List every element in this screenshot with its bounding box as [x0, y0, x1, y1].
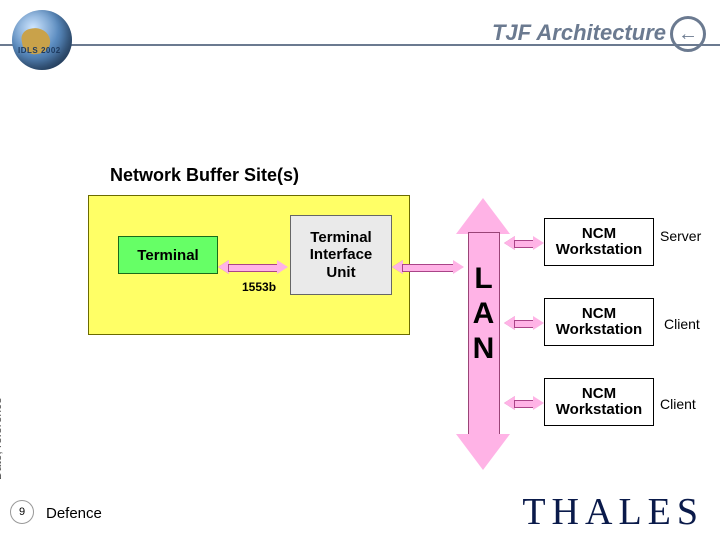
brand-logo: THALES — [522, 490, 704, 534]
arrow-lan-ncm1 — [504, 236, 544, 250]
arrow-tiu-lan — [392, 260, 464, 274]
back-icon[interactable]: ← — [670, 16, 706, 52]
tiu-line3: Unit — [326, 264, 355, 281]
globe-logo — [12, 10, 72, 70]
arrow-terminal-tiu — [218, 260, 288, 274]
ncm1-l2: Workstation — [556, 241, 642, 258]
ncm-box-1: NCM Workstation — [544, 218, 654, 266]
ncm1-role: Server — [660, 228, 701, 244]
ncm3-l1: NCM — [582, 385, 616, 402]
ncm2-l1: NCM — [582, 305, 616, 322]
section-title: Network Buffer Site(s) — [110, 165, 299, 186]
arrow-lan-ncm2 — [504, 316, 544, 330]
tiu-line2: Interface — [310, 246, 373, 263]
ncm2-l2: Workstation — [556, 321, 642, 338]
ncm2-role: Client — [664, 316, 700, 332]
lan-label: LAN — [456, 262, 510, 367]
ncm-box-3: NCM Workstation — [544, 378, 654, 426]
side-reference: Date, reference — [0, 397, 4, 480]
terminal-box: Terminal — [118, 236, 218, 274]
tiu-line1: Terminal — [310, 229, 371, 246]
globe-label: IDLS 2002 — [18, 46, 61, 55]
footer-label: Defence — [46, 505, 102, 522]
arrow-lan-ncm3 — [504, 396, 544, 410]
terminal-label: Terminal — [137, 247, 198, 264]
ncm1-l1: NCM — [582, 225, 616, 242]
ncm-box-2: NCM Workstation — [544, 298, 654, 346]
page-number: 9 — [10, 500, 34, 524]
page-title: TJF Architecture — [492, 20, 666, 46]
ncm3-role: Client — [660, 396, 696, 412]
bus-label: 1553b — [242, 280, 276, 294]
slide: TJF Architecture ← IDLS 2002 Network Buf… — [0, 0, 720, 540]
tiu-box: Terminal Interface Unit — [290, 215, 392, 295]
ncm3-l2: Workstation — [556, 401, 642, 418]
